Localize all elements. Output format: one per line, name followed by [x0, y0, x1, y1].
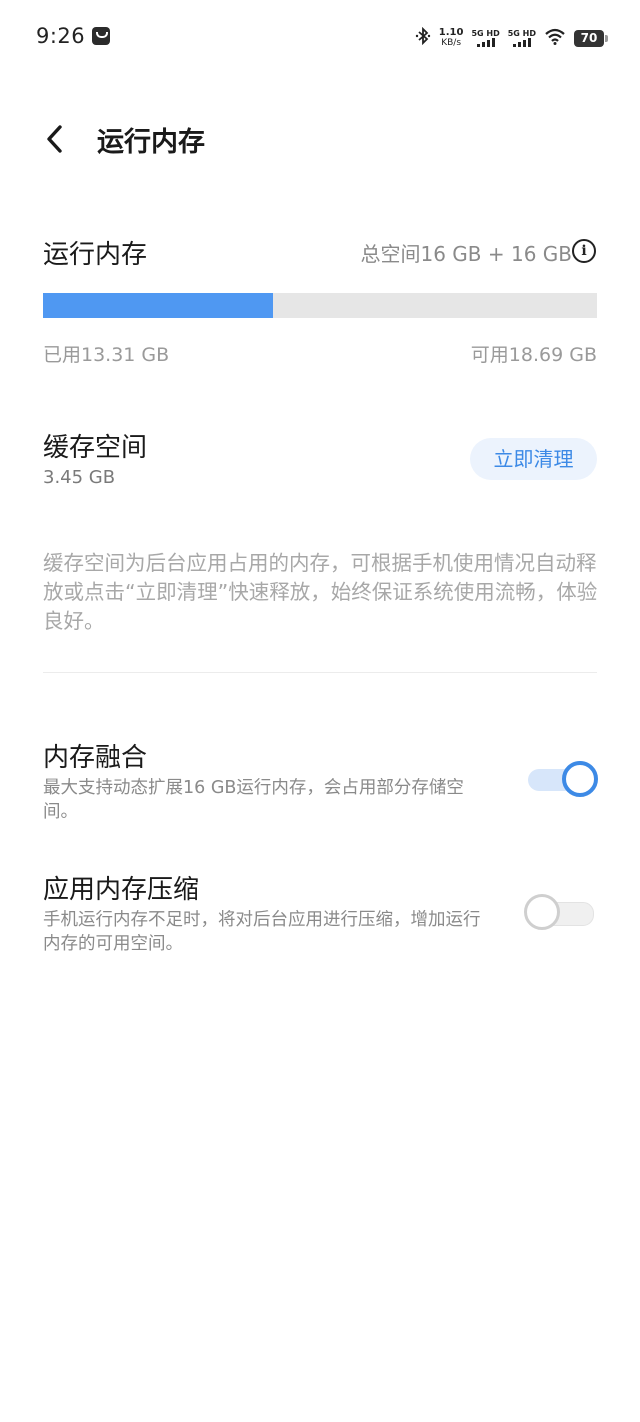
net-speed: 1.10 KB/s — [438, 27, 464, 49]
sim2-label: 5G HD — [507, 29, 536, 38]
memory-fusion-title: 内存融合 — [43, 743, 148, 773]
bluetooth-icon — [415, 26, 431, 49]
battery-icon: 70 — [574, 29, 608, 47]
memory-title: 运行内存 — [43, 240, 148, 270]
sim1-signal: 5G HD — [471, 29, 500, 47]
page-title: 运行内存 — [97, 127, 205, 158]
memory-available: 可用18.69 GB — [470, 344, 597, 366]
back-button[interactable] — [40, 122, 74, 156]
signal-bars-icon — [512, 38, 531, 47]
app-memory-compression-title: 应用内存压缩 — [43, 875, 200, 905]
net-speed-value: 1.10 — [438, 27, 464, 38]
sim1-label: 5G HD — [471, 29, 500, 38]
cache-description: 缓存空间为后台应用占用的内存，可根据手机使用情况自动释放或点击“立即清理”快速释… — [43, 551, 598, 633]
message-icon — [92, 27, 110, 45]
status-time: 9:26 — [36, 24, 86, 48]
cache-title: 缓存空间 — [43, 433, 148, 463]
net-speed-unit: KB/s — [441, 38, 462, 48]
sim2-signal: 5G HD — [508, 29, 536, 47]
clean-now-button[interactable]: 立即清理 — [470, 438, 597, 480]
memory-fusion-subtitle: 最大支持动态扩展16 GB运行内存，会占用部分存储空间。 — [43, 778, 464, 822]
toggle-knob — [524, 894, 560, 930]
memory-fusion-toggle[interactable] — [526, 761, 598, 797]
wifi-icon — [544, 27, 566, 49]
chevron-left-icon — [47, 125, 62, 153]
info-icon[interactable]: i — [572, 239, 596, 263]
status-icons: 1.10 KB/s 5G HD 5G HD 70 — [415, 24, 608, 52]
signal-bars-icon — [476, 38, 495, 47]
app-memory-compression-toggle[interactable] — [524, 894, 596, 930]
app-memory-compression-subtitle: 手机运行内存不足时，将对后台应用进行压缩，增加运行内存的可用空间。 — [43, 910, 481, 954]
memory-used: 已用13.31 GB — [43, 344, 170, 366]
memory-total: 总空间16 GB + 16 GB — [360, 242, 572, 266]
memory-usage-fill — [43, 293, 274, 318]
battery-level: 70 — [580, 31, 598, 45]
toggle-knob — [562, 761, 598, 797]
divider — [43, 672, 597, 673]
memory-usage-bar — [43, 293, 597, 318]
cache-size: 3.45 GB — [43, 467, 116, 488]
